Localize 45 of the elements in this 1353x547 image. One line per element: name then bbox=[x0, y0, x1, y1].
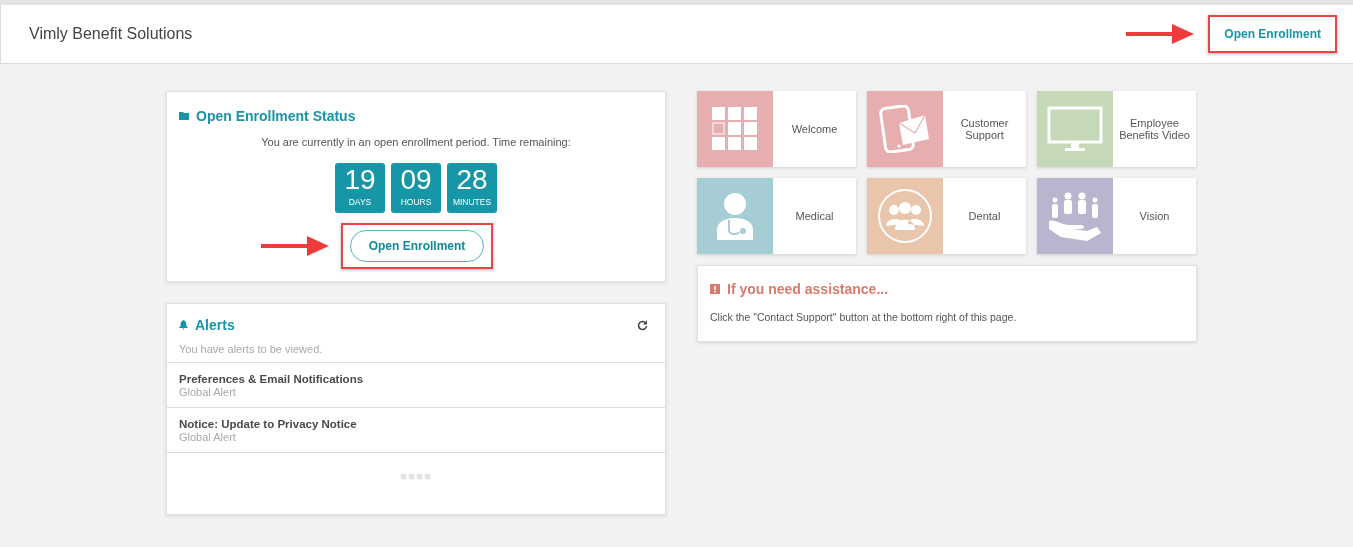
open-enrollment-button[interactable]: Open Enrollment bbox=[349, 230, 485, 262]
countdown-value: 09 bbox=[400, 163, 432, 197]
card-title: If you need assistance... bbox=[727, 281, 889, 297]
countdown-unit: HOURS bbox=[400, 197, 432, 207]
people-group-icon bbox=[877, 188, 933, 244]
alert-item[interactable]: Preferences & Email Notifications Global Alert bbox=[167, 362, 665, 407]
tile[interactable]: Vision bbox=[1037, 178, 1196, 254]
countdown-unit: MINUTES bbox=[452, 197, 492, 207]
countdown-value: 19 bbox=[344, 163, 376, 197]
phone-envelope-icon bbox=[879, 105, 931, 153]
bell-icon bbox=[179, 320, 188, 330]
tile-label: Welcome bbox=[790, 122, 839, 137]
countdown-unit: DAYS bbox=[348, 197, 372, 207]
tile[interactable]: Medical bbox=[697, 178, 856, 254]
loading-dots-icon bbox=[400, 472, 432, 480]
countdown-value: 28 bbox=[456, 163, 488, 197]
alert-title: Notice: Update to Privacy Notice bbox=[179, 418, 358, 430]
grid-icon bbox=[712, 107, 758, 151]
tile[interactable]: Dental bbox=[867, 178, 1026, 254]
tile[interactable]: Welcome bbox=[697, 91, 856, 167]
site-title: Vimly Benefit Solutions bbox=[29, 25, 193, 43]
alert-type: Global Alert bbox=[179, 431, 237, 443]
arrow-icon bbox=[258, 234, 331, 258]
open-enrollment-link[interactable]: Open Enrollment bbox=[1210, 17, 1335, 51]
alert-type: Global Alert bbox=[179, 386, 237, 398]
alert-item[interactable]: Notice: Update to Privacy Notice Global Alert bbox=[167, 407, 665, 452]
tile-label: Dental bbox=[967, 209, 1002, 224]
assistance-message: Click the "Contact Support" button at the bottom right of this page. bbox=[710, 311, 1018, 323]
refresh-icon[interactable] bbox=[637, 319, 648, 331]
doctor-icon bbox=[715, 192, 755, 240]
monitor-icon bbox=[1047, 106, 1103, 152]
alerts-message: You have alerts to be viewed. bbox=[179, 343, 324, 355]
tile-label: Customer Support bbox=[959, 116, 1010, 143]
folder-icon bbox=[179, 112, 189, 120]
tile-label: Vision bbox=[1138, 209, 1171, 224]
tile[interactable]: Customer Support bbox=[867, 91, 1026, 167]
tile-label: Employee Benefits Video bbox=[1118, 116, 1191, 143]
hand-people-icon bbox=[1047, 191, 1103, 241]
tile[interactable]: Employee Benefits Video bbox=[1037, 91, 1196, 167]
card-title: Alerts bbox=[195, 317, 235, 333]
status-message: You are currently in an open enrollment period. Time remaining: bbox=[260, 136, 572, 148]
card-title: Open Enrollment Status bbox=[196, 108, 356, 124]
alert-icon bbox=[710, 284, 720, 294]
tile-label: Medical bbox=[794, 209, 835, 224]
alert-title: Preferences & Email Notifications bbox=[179, 373, 365, 385]
